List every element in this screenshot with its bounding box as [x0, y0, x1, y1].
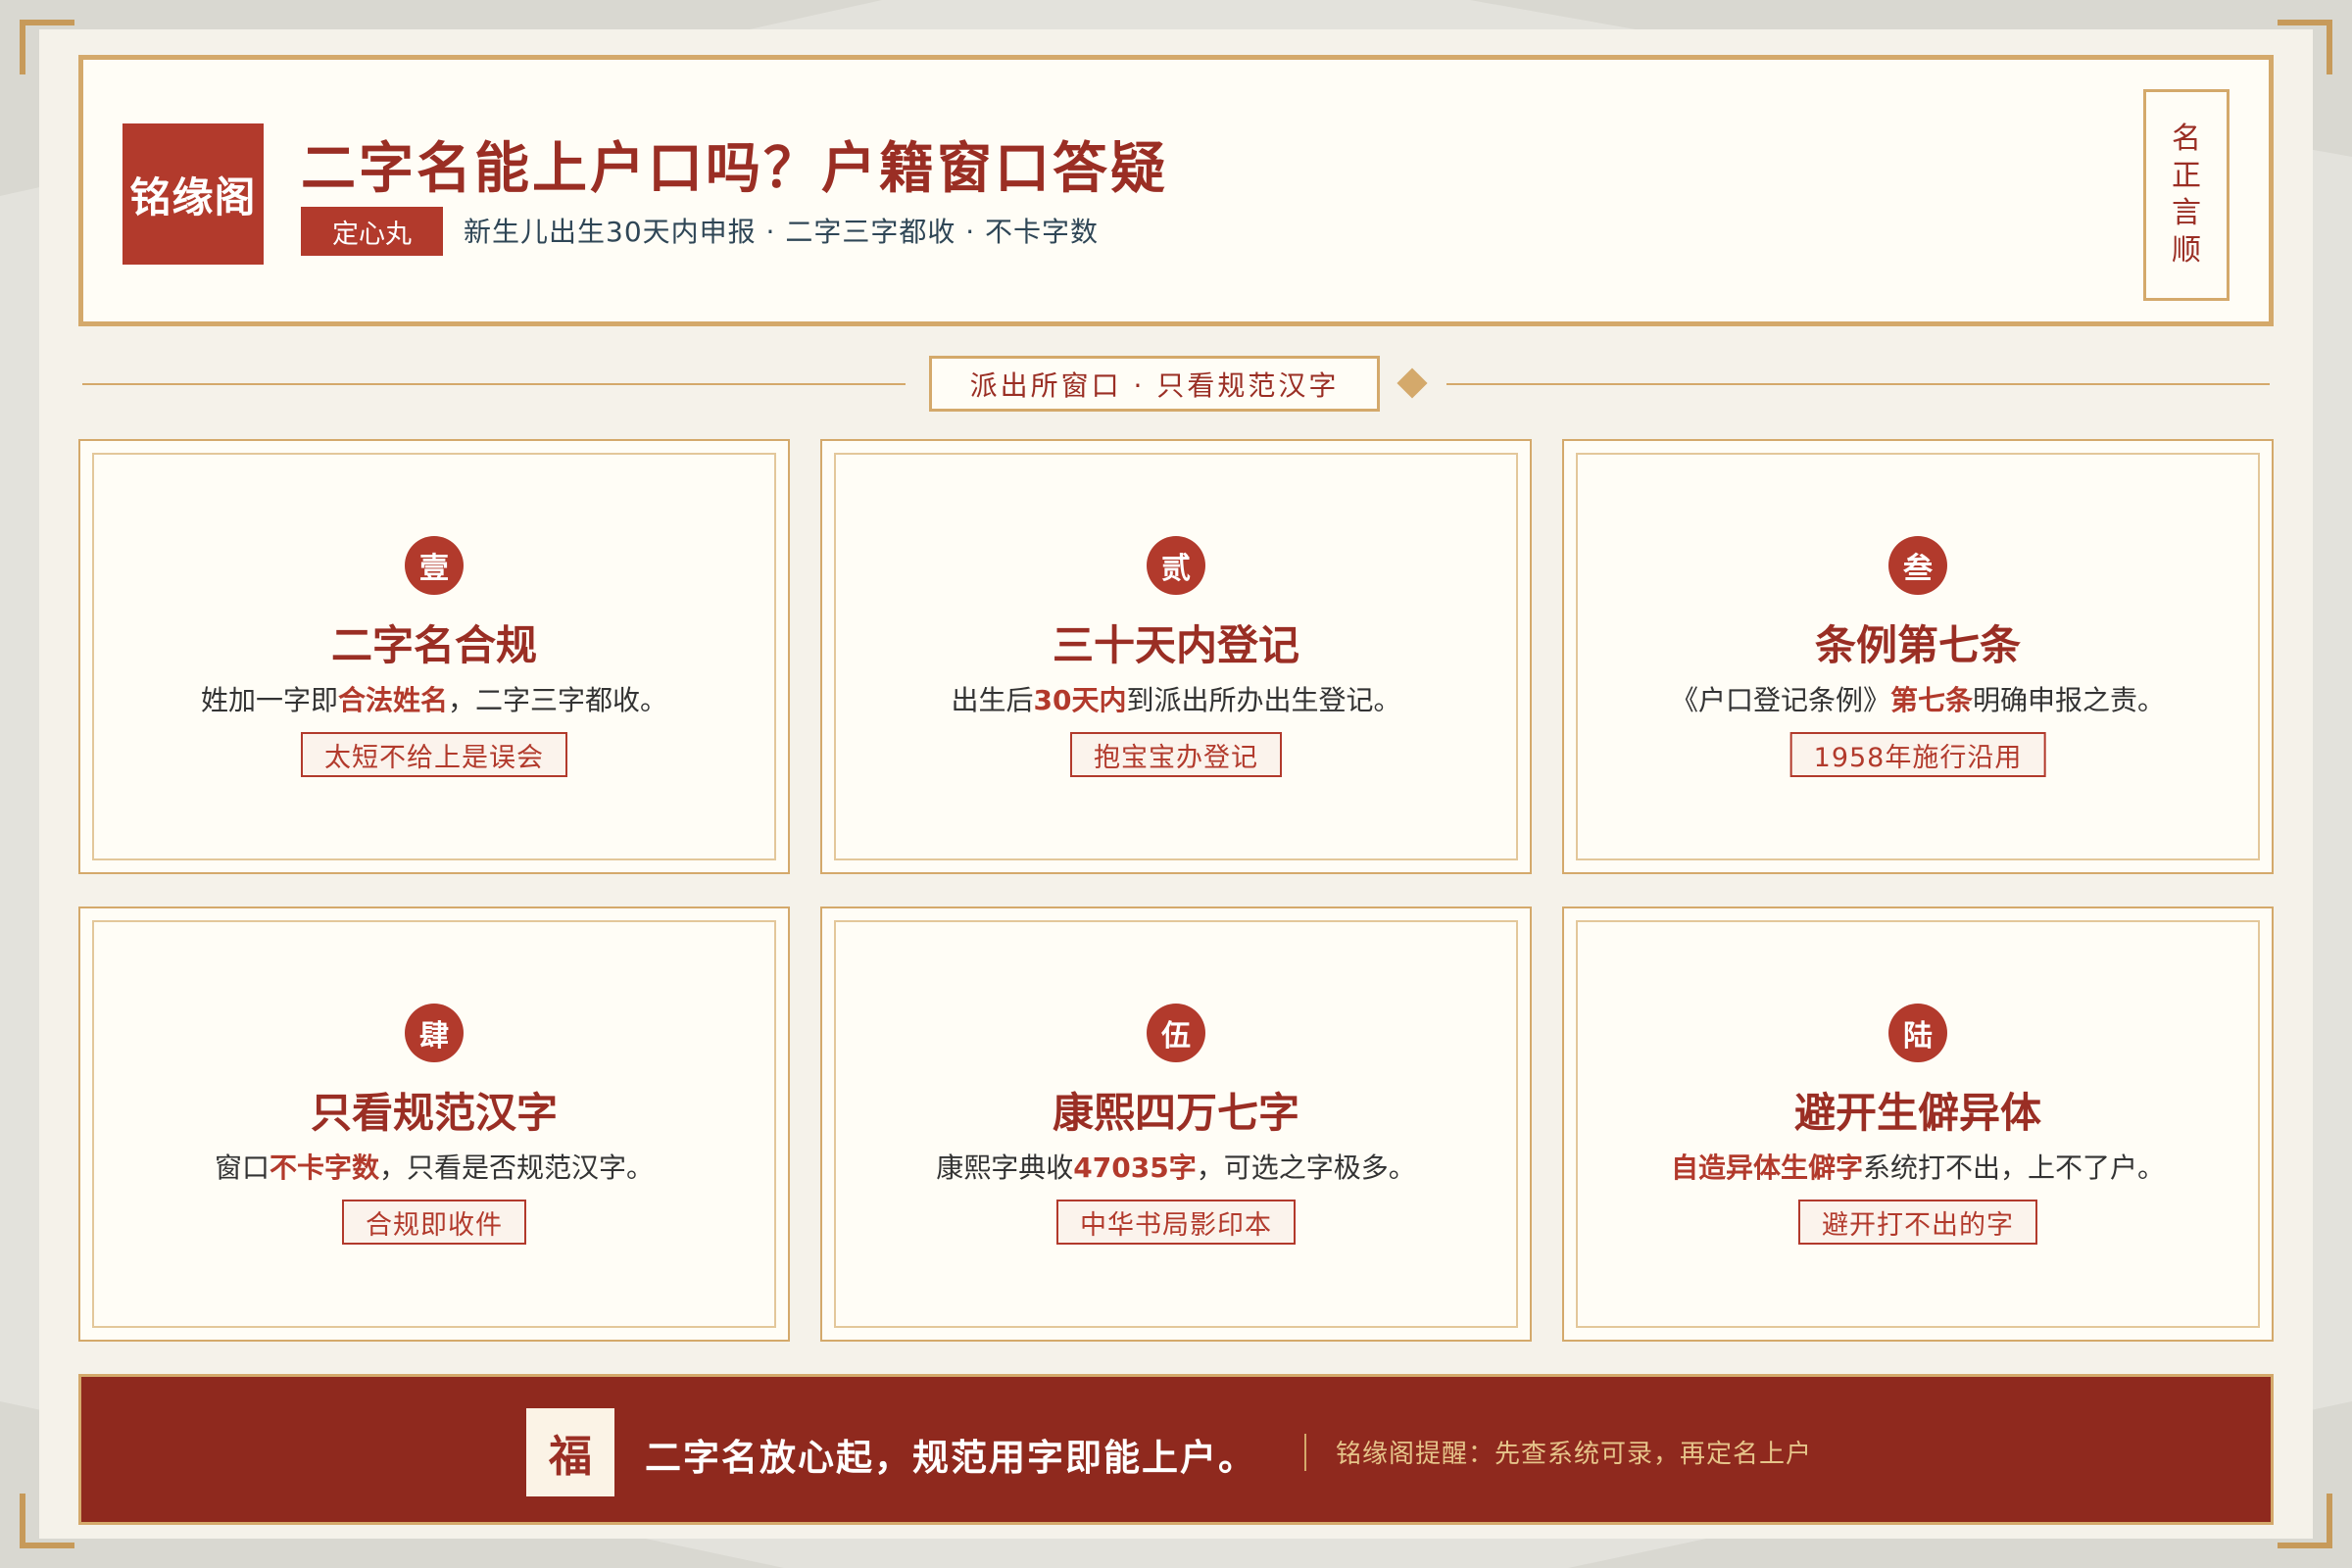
- card-tag: 避开打不出的字: [1798, 1200, 2037, 1245]
- card-title: 避开生僻异体: [1793, 1089, 2041, 1137]
- card-tag: 太短不给上是误会: [301, 732, 567, 777]
- card-description: 自造异体生僻字系统打不出，上不了户。: [1564, 1147, 2272, 1186]
- info-card: 贰三十天内登记 出生后30天内到派出所办出生登记。 抱宝宝办登记: [820, 439, 1532, 874]
- info-card: 壹二字名合规姓加一字即合法姓名，二字三字都收。太短不给上是误会: [78, 439, 790, 874]
- seal-char: 名: [2172, 122, 2201, 156]
- card-title: 二字名合规: [330, 621, 537, 669]
- fu-emblem: 福: [526, 1408, 614, 1496]
- divider-line-left: [82, 383, 906, 385]
- card-desc-text: 康熙字典收: [936, 1152, 1074, 1184]
- info-card: 叁条例第七条《户口登记条例》第七条明确申报之责。 1958年施行沿用: [1562, 439, 2274, 874]
- card-desc-highlight: 合法姓名: [337, 684, 448, 716]
- card-desc-text: 窗口: [214, 1152, 270, 1184]
- info-card: 肆只看规范汉字窗口不卡字数，只看是否规范汉字。合规即收件: [78, 906, 790, 1342]
- footer-banner: 福 二字名放心起，规范用字即能上户。 铭缘阁提醒：先查系统可录，再定名上户: [78, 1374, 2274, 1525]
- card-number-badge: 肆: [405, 1004, 464, 1062]
- card-desc-highlight: 自造异体生僻字: [1670, 1152, 1863, 1184]
- card-description: 出生后30天内到派出所办出生登记。: [822, 679, 1530, 718]
- info-card: 陆避开生僻异体自造异体生僻字系统打不出，上不了户。避开打不出的字: [1562, 906, 2274, 1342]
- card-desc-highlight: 30天内: [1033, 684, 1127, 716]
- card-description: 《户口登记条例》第七条明确申报之责。: [1564, 679, 2272, 718]
- card-desc-highlight: 第七条: [1889, 684, 1973, 716]
- card-number-badge: 陆: [1888, 1004, 1947, 1062]
- seal-char: 正: [2172, 159, 2201, 193]
- corner-ornament-bottom-left: [20, 1494, 74, 1548]
- header-tag: 定心丸: [301, 207, 443, 256]
- card-description: 姓加一字即合法姓名，二字三字都收。: [80, 679, 788, 718]
- card-number-badge: 叁: [1888, 536, 1947, 595]
- divider-line-right: [1446, 383, 2270, 385]
- footer-separator: [1304, 1434, 1306, 1471]
- card-tag: 1958年施行沿用: [1789, 732, 2046, 777]
- card-tag: 抱宝宝办登记: [1070, 732, 1282, 777]
- section-divider-label: 派出所窗口 · 只看规范汉字: [929, 356, 1380, 412]
- seal-char: 言: [2172, 196, 2201, 230]
- seal-stamp: 名 正 言 顺: [2143, 89, 2230, 301]
- card-tag: 合规即收件: [342, 1200, 526, 1245]
- page-title: 二字名能上户口吗？户籍窗口答疑: [301, 137, 1168, 201]
- corner-ornament-bottom-right: [2278, 1494, 2332, 1548]
- corner-ornament-top-right: [2278, 20, 2332, 74]
- card-desc-text: ，可选之字极多。: [1196, 1152, 1416, 1184]
- card-title: 康熙四万七字: [1052, 1089, 1299, 1137]
- card-desc-text: 出生后: [951, 684, 1034, 716]
- card-number-badge: 伍: [1147, 1004, 1205, 1062]
- card-desc-text: ，只看是否规范汉字。: [379, 1152, 655, 1184]
- card-desc-text: 系统打不出，上不了户。: [1863, 1152, 2166, 1184]
- card-desc-text: 到派出所办出生登记。: [1126, 684, 1401, 716]
- card-title: 只看规范汉字: [310, 1089, 558, 1137]
- seal-char: 顺: [2172, 233, 2201, 268]
- card-tag: 中华书局影印本: [1056, 1200, 1296, 1245]
- brand-logo: 铭缘阁: [122, 123, 264, 265]
- info-card: 伍康熙四万七字康熙字典收47035字，可选之字极多。中华书局影印本: [820, 906, 1532, 1342]
- corner-ornament-top-left: [20, 20, 74, 74]
- card-title: 条例第七条: [1814, 621, 2021, 669]
- card-desc-text: 姓加一字即: [200, 684, 338, 716]
- card-number-badge: 贰: [1147, 536, 1205, 595]
- card-desc-text: 明确申报之责。: [1973, 684, 2166, 716]
- card-description: 窗口不卡字数，只看是否规范汉字。: [80, 1147, 788, 1186]
- card-desc-highlight: 不卡字数: [269, 1152, 379, 1184]
- header-subtitle: 新生儿出生30天内申报 · 二字三字都收 · 不卡字数: [464, 216, 1100, 248]
- card-desc-text: ，二字三字都收。: [448, 684, 668, 716]
- card-number-badge: 壹: [405, 536, 464, 595]
- card-desc-text: 《户口登记条例》: [1670, 684, 1890, 716]
- header-panel: 铭缘阁 二字名能上户口吗？户籍窗口答疑 定心丸 新生儿出生30天内申报 · 二字…: [78, 55, 2274, 326]
- footer-note: 铭缘阁提醒：先查系统可录，再定名上户: [1336, 1440, 1813, 1469]
- card-description: 康熙字典收47035字，可选之字极多。: [822, 1147, 1530, 1186]
- footer-slogan: 二字名放心起，规范用字即能上户。: [645, 1437, 1256, 1479]
- card-desc-highlight: 47035字: [1073, 1152, 1197, 1184]
- card-title: 三十天内登记: [1052, 621, 1299, 669]
